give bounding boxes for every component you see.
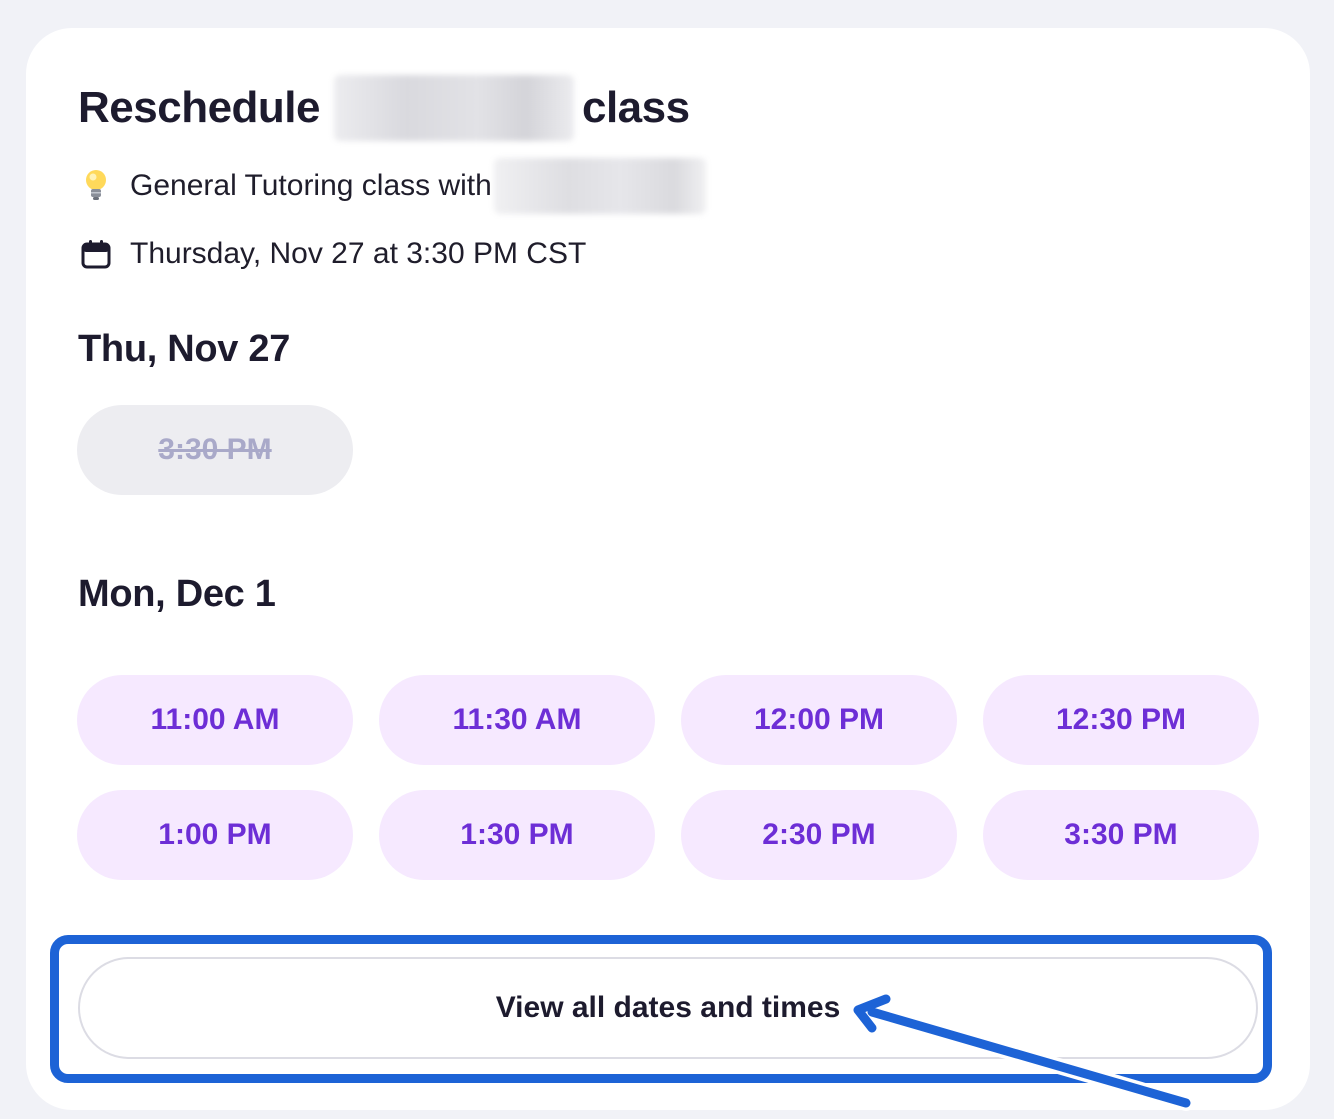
current-time-row: Thursday, Nov 27 at 3:30 PM CST [78,232,586,276]
calendar-icon [78,236,114,272]
redacted-subject [333,75,574,141]
day-heading-mon-dec-1: Mon, Dec 1 [78,573,276,615]
time-slot[interactable]: 12:00 PM [681,675,957,765]
lightbulb-icon [78,168,114,204]
time-slot[interactable]: 3:30 PM [983,790,1259,880]
time-slot[interactable]: 11:30 AM [379,675,655,765]
day-heading-thu-nov-27: Thu, Nov 27 [78,328,291,370]
time-slot[interactable]: 11:00 AM [77,675,353,765]
page-title: Reschedule class [78,75,690,141]
redacted-tutor-name [493,158,706,214]
current-time-text: Thursday, Nov 27 at 3:30 PM CST [130,237,587,270]
time-slot-unavailable: 3:30 PM [77,405,353,495]
title-prefix: Reschedule [78,83,320,132]
time-slot[interactable]: 2:30 PM [681,790,957,880]
class-info-row: General Tutoring class with [78,158,706,214]
view-all-dates-button[interactable]: View all dates and times [78,957,1258,1059]
time-slot[interactable]: 1:30 PM [379,790,655,880]
time-slot[interactable]: 1:00 PM [77,790,353,880]
class-info-text: General Tutoring class with [130,169,492,202]
time-slot[interactable]: 12:30 PM [983,675,1259,765]
title-suffix: class [581,83,690,132]
